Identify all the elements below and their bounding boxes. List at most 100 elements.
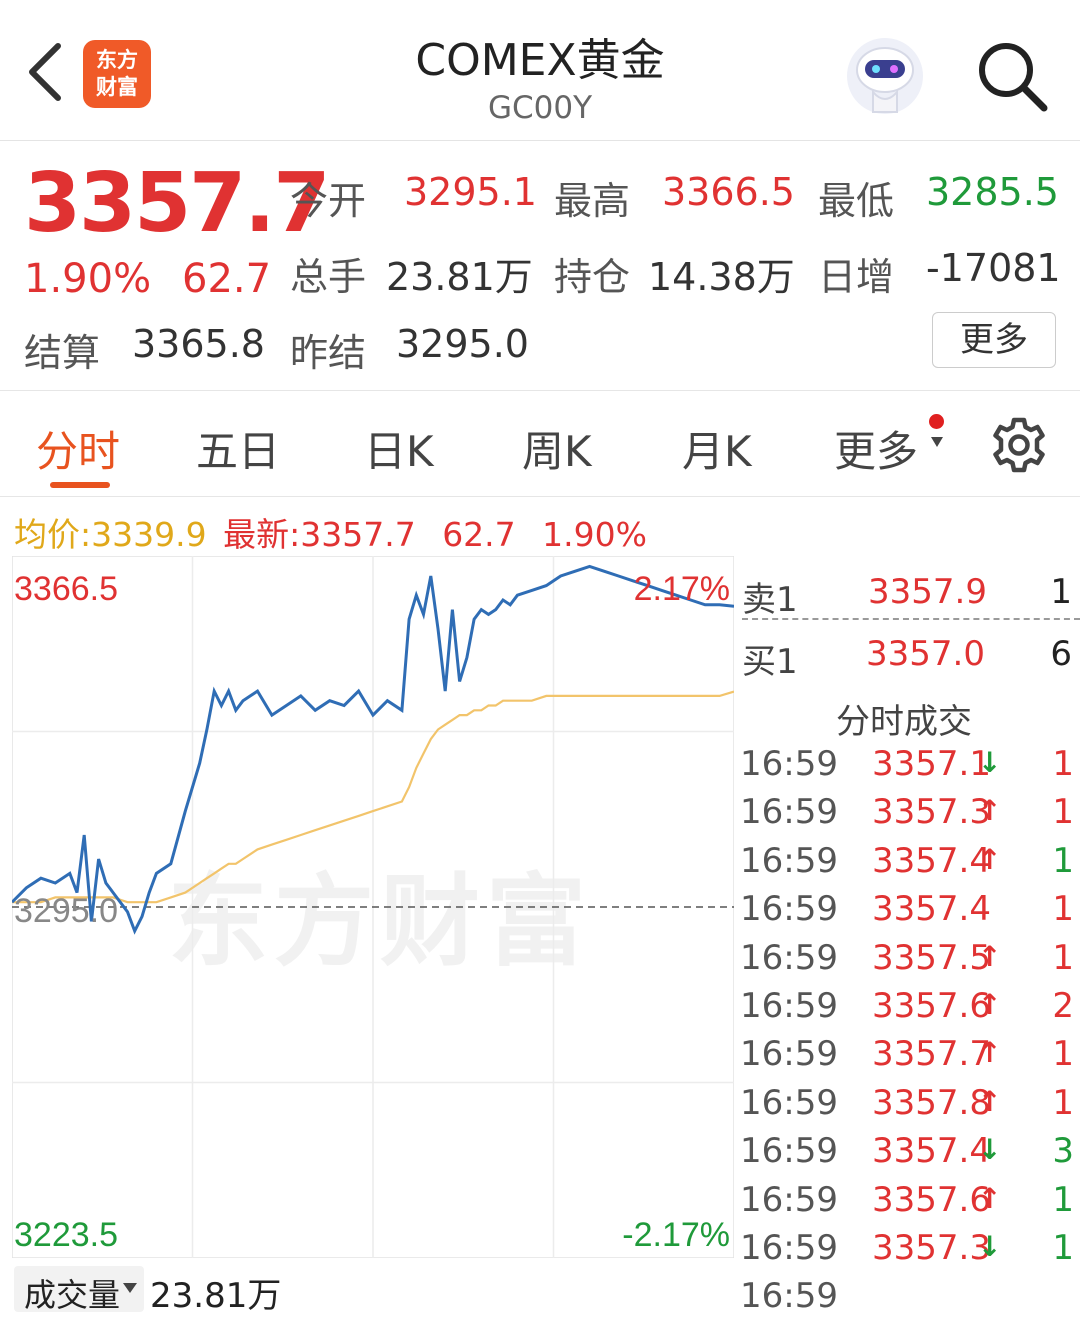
bid-price: 3357.0 — [866, 634, 985, 674]
tick-row: 16:59 3357.5 ↑ 1 — [740, 938, 1080, 986]
arrow-down-icon: ↓ — [978, 746, 1002, 779]
divider — [0, 496, 1080, 497]
caret-down-icon — [123, 1283, 137, 1293]
tick-volume: 1 — [1052, 744, 1074, 784]
tick-price: 3357.1 — [872, 744, 991, 784]
tick-volume: 1 — [1052, 840, 1074, 881]
tick-price: 3357.5 — [872, 937, 991, 978]
volume-value: 23.81万 — [386, 255, 533, 299]
tick-price: 3357.3 — [872, 792, 991, 833]
pct-top-label: 2.17% — [634, 570, 730, 608]
settle-value: 3365.8 — [132, 322, 265, 366]
latest-change: 62.7 — [442, 515, 516, 554]
open-value: 3295.1 — [404, 170, 537, 214]
tick-time: 16:59 — [740, 744, 838, 784]
tick-volume: 1 — [1052, 1227, 1074, 1268]
latest-pct: 1.90% — [542, 515, 648, 554]
avg-price-label: 均价: — [14, 515, 92, 554]
y-bottom-label: 3223.5 — [14, 1216, 118, 1254]
tab-more[interactable]: 更多 — [834, 418, 918, 479]
caret-down-icon — [931, 437, 943, 447]
divider — [0, 390, 1080, 391]
notification-dot — [929, 414, 944, 429]
ask-price: 3357.9 — [868, 572, 987, 612]
top-bar: 东方 财富 COMEX黄金 GC00Y — [0, 0, 1080, 141]
daily-increase-label: 日增 — [818, 255, 895, 299]
tick-row: 16:59 3357.4 1 — [740, 889, 1080, 937]
ticks-list[interactable]: 16:59 3357.1 ↓ 1 16:59 3357.3 ↑ 1 16:59 3357.4 ↑ 1 1… — [740, 744, 1080, 1325]
tick-price: 3357.6 — [872, 1179, 991, 1220]
avg-price-value: 3339.9 — [91, 515, 207, 554]
tick-time: 16:59 — [740, 1179, 838, 1220]
tick-price: 3357.4 — [872, 840, 991, 881]
tick-row: 16:59 3357.3 ↓ 1 — [740, 1228, 1080, 1276]
prev-settle-value: 3295.0 — [396, 322, 529, 366]
open-label: 今开 — [290, 179, 367, 223]
tick-time: 16:59 — [740, 1082, 838, 1123]
arrow-up-icon: ↑ — [978, 1181, 1002, 1215]
last-price: 3357.7 — [24, 156, 330, 251]
tick-row: 16:59 3357.8 ↑ 1 — [740, 1083, 1080, 1131]
ask-volume: 1 — [1050, 572, 1072, 612]
change-amount: 62.7 — [182, 256, 272, 302]
tick-volume: 2 — [1052, 985, 1074, 1026]
tab-intraday[interactable]: 分时 — [36, 418, 120, 479]
tick-volume: 1 — [1052, 889, 1074, 930]
high-label: 最高 — [554, 179, 631, 223]
tick-volume: 1 — [1052, 1034, 1074, 1075]
tick-row: 16:59 3357.4 ↓ 3 — [740, 1131, 1080, 1179]
bid-volume: 6 — [1050, 634, 1072, 674]
tick-price: 3357.8 — [872, 1082, 991, 1123]
open-interest-value: 14.38万 — [648, 255, 795, 299]
tick-row: 16:59 3357.3 ↑ 1 — [740, 792, 1080, 840]
tick-row: 16:59 3357.6 ↑ 1 — [740, 1180, 1080, 1228]
y-top-label: 3366.5 — [14, 570, 118, 608]
arrow-up-icon: ↑ — [978, 939, 1002, 973]
arrow-down-icon: ↓ — [978, 1133, 1002, 1167]
tick-volume: 3 — [1052, 1131, 1074, 1172]
tick-volume: 1 — [1052, 1179, 1074, 1220]
tick-price: 3357.7 — [872, 1034, 991, 1075]
tick-time: 16:59 — [740, 1034, 838, 1075]
low-value: 3285.5 — [926, 170, 1059, 214]
daily-increase-value: -17081 — [926, 246, 1061, 290]
tick-time: 16:59 — [740, 1276, 838, 1317]
chart-info-line: 均价:3339.9 最新:3357.7 62.7 1.90% — [14, 508, 647, 556]
tick-time: 16:59 — [740, 1131, 838, 1172]
change-percent: 1.90% — [24, 256, 152, 302]
volume-total: 23.81万 — [150, 1276, 282, 1316]
tick-time: 16:59 — [740, 937, 838, 978]
tick-row: 16:59 3357.6 ↑ 2 — [740, 986, 1080, 1034]
arrow-down-icon: ↓ — [978, 1229, 1002, 1263]
arrow-up-icon: ↑ — [978, 987, 1002, 1021]
settings-gear-icon[interactable] — [990, 416, 1048, 474]
tab-daily-k[interactable]: 日K — [364, 418, 434, 479]
tick-time: 16:59 — [740, 985, 838, 1026]
tab-monthly-k[interactable]: 月K — [682, 418, 752, 479]
arrow-up-icon: ↑ — [978, 1036, 1002, 1070]
bid-label: 买1 — [742, 642, 798, 682]
orderbook-separator — [742, 618, 1080, 620]
tick-row: 16:59 3357.4 ↑ 1 — [740, 841, 1080, 889]
more-details-button[interactable]: 更多 — [932, 312, 1056, 368]
volume-label: 总手 — [290, 255, 367, 299]
pct-bottom-label: -2.17% — [622, 1216, 730, 1254]
tick-time: 16:59 — [740, 889, 838, 930]
tick-volume: 1 — [1052, 1082, 1074, 1123]
tick-row: 16:59 3357.7 ↑ 1 — [740, 1034, 1080, 1082]
intraday-chart[interactable]: 3366.5 3295.0 3223.5 2.17% -2.17% — [12, 556, 734, 1258]
y-mid-label: 3295.0 — [14, 892, 118, 930]
open-interest-label: 持仓 — [554, 255, 631, 299]
tick-row: 16:59 — [740, 1276, 1080, 1324]
tick-volume: 1 — [1052, 937, 1074, 978]
tick-time: 16:59 — [740, 792, 838, 833]
search-icon[interactable] — [974, 38, 1050, 114]
tick-time: 16:59 — [740, 840, 838, 881]
prev-settle-label: 昨结 — [290, 331, 367, 375]
tab-weekly-k[interactable]: 周K — [522, 418, 592, 479]
tab-five-day[interactable]: 五日 — [196, 418, 280, 479]
tick-price: 3357.4 — [872, 889, 991, 930]
assistant-robot-icon[interactable] — [843, 36, 927, 116]
tick-volume: 1 — [1052, 792, 1074, 833]
tick-price: 3357.4 — [872, 1131, 991, 1172]
